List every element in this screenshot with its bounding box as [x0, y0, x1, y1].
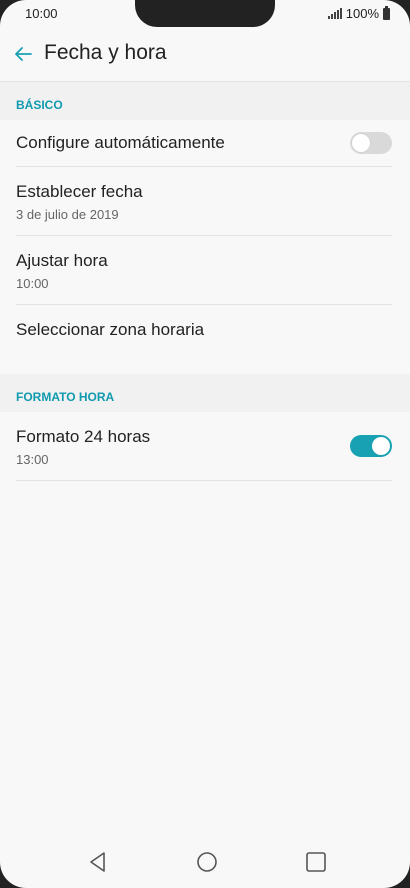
- phone-screen: 10:00 100% Fecha y hora BÁSICO Configure…: [0, 0, 410, 888]
- time-zone-label: Seleccionar zona horaria: [16, 320, 205, 339]
- format-24h-value: 13:00: [16, 452, 49, 467]
- set-time-label: Ajustar hora: [16, 251, 108, 270]
- setting-auto-configure[interactable]: Configure automáticamente: [16, 120, 392, 167]
- format-24h-toggle[interactable]: [350, 435, 392, 457]
- app-header: Fecha y hora: [0, 27, 410, 82]
- section-header-basic: BÁSICO: [0, 82, 410, 120]
- status-time: 10:00: [25, 6, 58, 21]
- signal-icon: [327, 8, 342, 19]
- auto-configure-toggle[interactable]: [350, 132, 392, 154]
- setting-set-time[interactable]: Ajustar hora 10:00: [16, 235, 392, 305]
- set-date-value: 3 de julio de 2019: [16, 207, 119, 222]
- setting-set-date[interactable]: Establecer fecha 3 de julio de 2019: [16, 166, 392, 236]
- format-24h-label: Formato 24 horas: [16, 427, 151, 446]
- toggle-knob: [352, 134, 370, 152]
- page-title: Fecha y hora: [44, 41, 167, 64]
- nav-recent-icon[interactable]: [304, 850, 328, 874]
- auto-configure-label: Configure automáticamente: [16, 133, 225, 152]
- nav-home-icon[interactable]: [195, 850, 219, 874]
- section-header-time-format: FORMATO HORA: [0, 374, 410, 412]
- nav-back-icon[interactable]: [86, 850, 110, 874]
- toggle-knob: [372, 437, 390, 455]
- status-indicators: 100%: [327, 5, 390, 21]
- setting-format-24h[interactable]: Formato 24 horas 13:00: [16, 412, 392, 481]
- set-date-label: Establecer fecha: [16, 182, 143, 201]
- battery-icon: [383, 5, 390, 20]
- navigation-bar: [0, 830, 410, 888]
- setting-time-zone[interactable]: Seleccionar zona horaria: [16, 304, 392, 354]
- set-time-value: 10:00: [16, 276, 49, 291]
- battery-percent: 100%: [345, 6, 379, 21]
- back-arrow-icon[interactable]: [10, 41, 36, 67]
- camera-notch: [135, 0, 275, 27]
